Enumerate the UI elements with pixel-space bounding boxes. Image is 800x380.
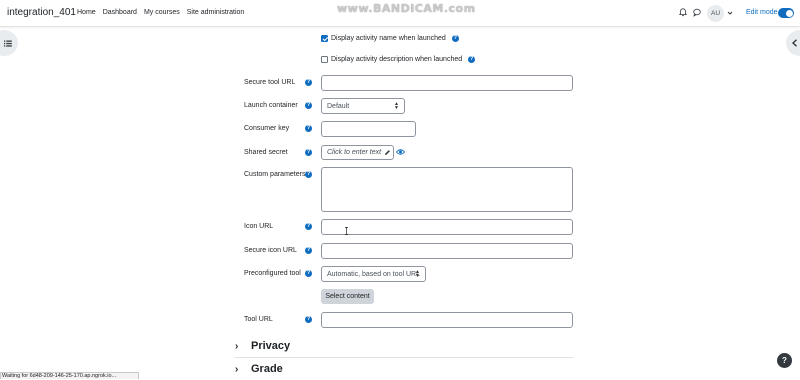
pencil-icon xyxy=(385,150,390,155)
reveal-secret-eye-icon[interactable] xyxy=(396,148,405,156)
secure-icon-url-label: Secure icon URL xyxy=(244,247,297,254)
shared-secret-field[interactable]: Click to enter text xyxy=(321,145,394,160)
edit-mode-label: Edit mode xyxy=(746,9,778,16)
open-block-drawer-button[interactable] xyxy=(786,30,800,56)
secure-tool-url-input[interactable] xyxy=(321,75,573,91)
select-arrows-icon: ▲ ▼ xyxy=(415,269,420,279)
nav-link-dashboard[interactable]: Dashboard xyxy=(103,9,137,16)
icon-url-label: Icon URL xyxy=(244,223,274,230)
consumer-key-help-icon[interactable]: ? xyxy=(305,125,312,132)
messages-chat-icon[interactable] xyxy=(693,8,701,17)
tool-url-help-icon[interactable]: ? xyxy=(305,316,312,323)
consumer-key-label: Consumer key xyxy=(244,125,290,132)
display-description-label: Display activity description when launch… xyxy=(331,56,463,63)
custom-parameters-help-icon[interactable]: ? xyxy=(305,171,312,178)
secure-icon-url-help-icon[interactable]: ? xyxy=(305,247,312,254)
display-description-option: Display activity description when launch… xyxy=(321,56,476,63)
icon-url-input[interactable] xyxy=(321,219,573,235)
open-course-index-button[interactable] xyxy=(0,30,18,56)
tool-url-input[interactable] xyxy=(321,312,573,328)
chevron-right-icon: › xyxy=(235,340,239,352)
section-privacy-header[interactable]: › Privacy xyxy=(235,335,573,357)
custom-parameters-textarea[interactable] xyxy=(321,167,573,212)
chevron-left-icon xyxy=(791,39,797,47)
tool-url-label: Tool URL xyxy=(244,316,273,323)
notifications-bell-icon[interactable] xyxy=(679,8,687,17)
display-name-checkbox[interactable] xyxy=(321,35,328,42)
launch-container-help-icon[interactable]: ? xyxy=(305,102,312,109)
display-name-help-icon[interactable]: ? xyxy=(451,35,459,42)
preconfigured-tool-select[interactable]: Automatic, based on tool URL ▲ ▼ xyxy=(321,266,426,282)
user-menu-chevron-down-icon[interactable] xyxy=(727,10,733,16)
display-name-label: Display activity name when launched xyxy=(331,35,446,42)
secure-icon-url-input[interactable] xyxy=(321,243,573,259)
browser-status-bar: Waiting for 6d48-209-146-25-170.ap.ngrok… xyxy=(0,372,139,379)
user-avatar[interactable]: AU xyxy=(707,5,724,22)
nav-link-site-administration[interactable]: Site administration xyxy=(187,9,245,16)
icon-url-help-icon[interactable]: ? xyxy=(305,223,312,230)
secure-tool-url-label: Secure tool URL xyxy=(244,79,296,86)
launch-container-value: Default xyxy=(327,102,350,110)
top-navbar: integration_401 Home Dashboard My course… xyxy=(0,0,800,27)
shared-secret-placeholder: Click to enter text xyxy=(327,149,382,156)
display-name-option: Display activity name when launched ? xyxy=(321,35,459,42)
section-grade-title: Grade xyxy=(251,363,283,375)
preconfigured-tool-value: Automatic, based on tool URL xyxy=(327,270,420,278)
edit-mode-toggle[interactable] xyxy=(778,8,794,18)
help-footer-button[interactable]: ? xyxy=(777,353,792,368)
nav-link-home[interactable]: Home xyxy=(77,9,96,16)
nav-link-my-courses[interactable]: My courses xyxy=(144,9,180,16)
launch-container-label: Launch container xyxy=(244,102,298,109)
primary-navigation: Home Dashboard My courses Site administr… xyxy=(77,9,251,16)
shared-secret-label: Shared secret xyxy=(244,149,288,156)
select-content-button[interactable]: Select content xyxy=(321,289,374,304)
preconfigured-tool-label: Preconfigured tool xyxy=(244,270,301,277)
section-grade-header[interactable]: › Grade xyxy=(235,358,573,380)
shared-secret-help-icon[interactable]: ? xyxy=(305,149,312,156)
site-name[interactable]: integration_401 xyxy=(7,7,76,18)
recording-watermark: www.BANDICAM.com xyxy=(337,2,476,15)
chevron-right-icon: › xyxy=(235,363,239,375)
section-privacy-title: Privacy xyxy=(251,340,291,352)
display-description-checkbox[interactable] xyxy=(321,56,328,63)
custom-parameters-label: Custom parameters xyxy=(244,171,306,178)
consumer-key-input[interactable] xyxy=(321,121,416,137)
secure-tool-url-help-icon[interactable]: ? xyxy=(305,79,312,86)
preconfigured-tool-help-icon[interactable]: ? xyxy=(305,270,312,277)
select-arrows-icon: ▲ ▼ xyxy=(394,101,399,111)
text-cursor-icon xyxy=(345,227,348,235)
list-icon xyxy=(4,40,12,47)
display-description-help-icon[interactable]: ? xyxy=(468,56,476,63)
launch-container-select[interactable]: Default ▲ ▼ xyxy=(321,98,405,114)
